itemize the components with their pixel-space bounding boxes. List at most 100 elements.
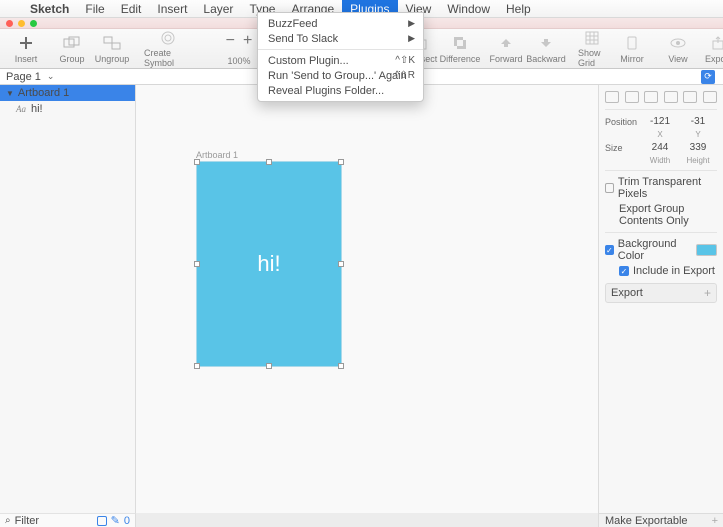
color-swatch[interactable] — [696, 244, 717, 256]
align-left-icon[interactable] — [605, 91, 619, 103]
resize-handle[interactable] — [338, 363, 344, 369]
workspace: ▼ Artboard 1 Aa hi! Artboard 1 hi! — [0, 85, 723, 513]
mirror-button[interactable]: Mirror — [612, 29, 652, 68]
artboard-title[interactable]: Artboard 1 — [196, 150, 238, 160]
position-label: Position — [605, 117, 641, 127]
shortcut: ^⇧K — [395, 55, 415, 66]
artboard[interactable]: hi! — [196, 161, 342, 367]
checkbox-icon: ✓ — [619, 266, 629, 276]
menu-help[interactable]: Help — [498, 0, 539, 18]
group-icon — [63, 33, 81, 53]
create-symbol-button[interactable]: Create Symbol — [138, 29, 198, 68]
menu-separator — [258, 49, 423, 50]
resize-handle[interactable] — [194, 363, 200, 369]
filter-toggle-icon[interactable] — [97, 516, 107, 526]
plus-icon[interactable]: + — [704, 286, 711, 300]
menu-item-reveal-folder[interactable]: Reveal Plugins Folder... — [258, 83, 423, 98]
resize-handle[interactable] — [266, 363, 272, 369]
apple-menu-icon[interactable] — [6, 7, 22, 11]
zoom-in-icon[interactable]: + — [243, 32, 252, 50]
layer-name: hi! — [31, 103, 43, 115]
zoom-out-icon[interactable]: − — [226, 32, 235, 50]
make-exportable-button[interactable]: Make Exportable + — [598, 513, 723, 527]
menu-file[interactable]: File — [77, 0, 112, 18]
menu-item-send-to-slack[interactable]: Send To Slack▶ — [258, 31, 423, 46]
layers-sidebar: ▼ Artboard 1 Aa hi! — [0, 85, 136, 513]
width-input[interactable]: 244 — [641, 142, 679, 153]
position-x-input[interactable]: -121 — [641, 116, 679, 127]
submenu-arrow-icon: ▶ — [408, 33, 415, 44]
menu-window[interactable]: Window — [439, 0, 498, 18]
bgcolor-checkbox[interactable]: ✓Background Color — [605, 238, 717, 262]
align-controls — [605, 89, 717, 110]
backward-icon — [539, 33, 553, 53]
symbol-icon — [160, 29, 176, 47]
align-bottom-icon[interactable] — [703, 91, 717, 103]
checkbox-icon: ✓ — [605, 245, 614, 255]
pen-icon[interactable]: ✎ — [111, 514, 120, 527]
view-button[interactable]: View — [658, 29, 698, 68]
difference-icon — [453, 33, 467, 53]
export-icon — [711, 33, 723, 53]
chevron-down-icon[interactable]: ⌄ — [47, 71, 55, 82]
ungroup-icon — [103, 33, 121, 53]
forward-icon — [499, 33, 513, 53]
inspector-panel: Position -121 -31 XY Size 244 339 WidthH… — [598, 85, 723, 513]
align-center-icon[interactable] — [625, 91, 639, 103]
difference-button[interactable]: Difference — [440, 29, 480, 68]
filter-input[interactable]: Filter — [15, 515, 39, 527]
grid-icon — [585, 29, 599, 47]
position-y-input[interactable]: -31 — [679, 116, 717, 127]
zoom-window-icon[interactable] — [30, 20, 37, 27]
filter-count: 0 — [124, 515, 130, 527]
artboard-name: Artboard 1 — [18, 87, 69, 99]
menu-layer[interactable]: Layer — [195, 0, 241, 18]
plus-icon[interactable]: + — [712, 515, 723, 527]
show-grid-button[interactable]: Show Grid — [572, 29, 612, 68]
shortcut: ^⇧R — [395, 70, 415, 81]
page-label[interactable]: Page 1 — [6, 71, 41, 83]
menu-item-buzzfeed[interactable]: BuzzFeed▶ — [258, 16, 423, 31]
group-button[interactable]: Group — [52, 29, 92, 68]
forward-button[interactable]: Forward — [486, 29, 526, 68]
layer-artboard[interactable]: ▼ Artboard 1 — [0, 85, 135, 101]
ungroup-button[interactable]: Ungroup — [92, 29, 132, 68]
resize-handle[interactable] — [194, 261, 200, 267]
menu-item-custom-plugin[interactable]: Custom Plugin...^⇧K — [258, 53, 423, 68]
resize-handle[interactable] — [266, 159, 272, 165]
mirror-icon — [625, 33, 639, 53]
filter-bar: ⌕ Filter ✎ 0 — [0, 513, 136, 527]
export-section[interactable]: Export+ — [605, 283, 717, 303]
menu-edit[interactable]: Edit — [113, 0, 150, 18]
refresh-icon[interactable]: ⟳ — [701, 70, 715, 84]
app-name[interactable]: Sketch — [22, 0, 77, 18]
resize-handle[interactable] — [194, 159, 200, 165]
eye-icon — [670, 33, 686, 53]
canvas-text[interactable]: hi! — [257, 251, 280, 277]
resize-handle[interactable] — [338, 261, 344, 267]
minimize-window-icon[interactable] — [18, 20, 25, 27]
close-window-icon[interactable] — [6, 20, 13, 27]
submenu-arrow-icon: ▶ — [408, 18, 415, 29]
plus-icon — [18, 33, 34, 53]
menu-insert[interactable]: Insert — [149, 0, 195, 18]
insert-button[interactable]: Insert — [6, 29, 46, 68]
resize-handle[interactable] — [338, 159, 344, 165]
plugins-dropdown: BuzzFeed▶ Send To Slack▶ Custom Plugin..… — [257, 12, 424, 102]
canvas[interactable]: Artboard 1 hi! — [136, 85, 598, 513]
align-right-icon[interactable] — [644, 91, 658, 103]
include-export-checkbox[interactable]: ✓Include in Export — [605, 265, 717, 277]
align-middle-icon[interactable] — [683, 91, 697, 103]
search-icon[interactable]: ⌕ — [5, 515, 11, 526]
text-layer-icon: Aa — [16, 104, 26, 114]
export-button[interactable]: Export — [698, 29, 723, 68]
align-top-icon[interactable] — [664, 91, 678, 103]
backward-button[interactable]: Backward — [526, 29, 566, 68]
height-input[interactable]: 339 — [679, 142, 717, 153]
checkbox-icon — [605, 183, 614, 193]
disclosure-triangle-icon[interactable]: ▼ — [6, 89, 14, 98]
trim-checkbox[interactable]: Trim Transparent Pixels — [605, 176, 717, 200]
menu-item-run-again[interactable]: Run 'Send to Group...' Again^⇧R — [258, 68, 423, 83]
layer-text[interactable]: Aa hi! — [0, 101, 135, 117]
export-group-checkbox[interactable]: Export Group Contents Only — [605, 203, 717, 227]
